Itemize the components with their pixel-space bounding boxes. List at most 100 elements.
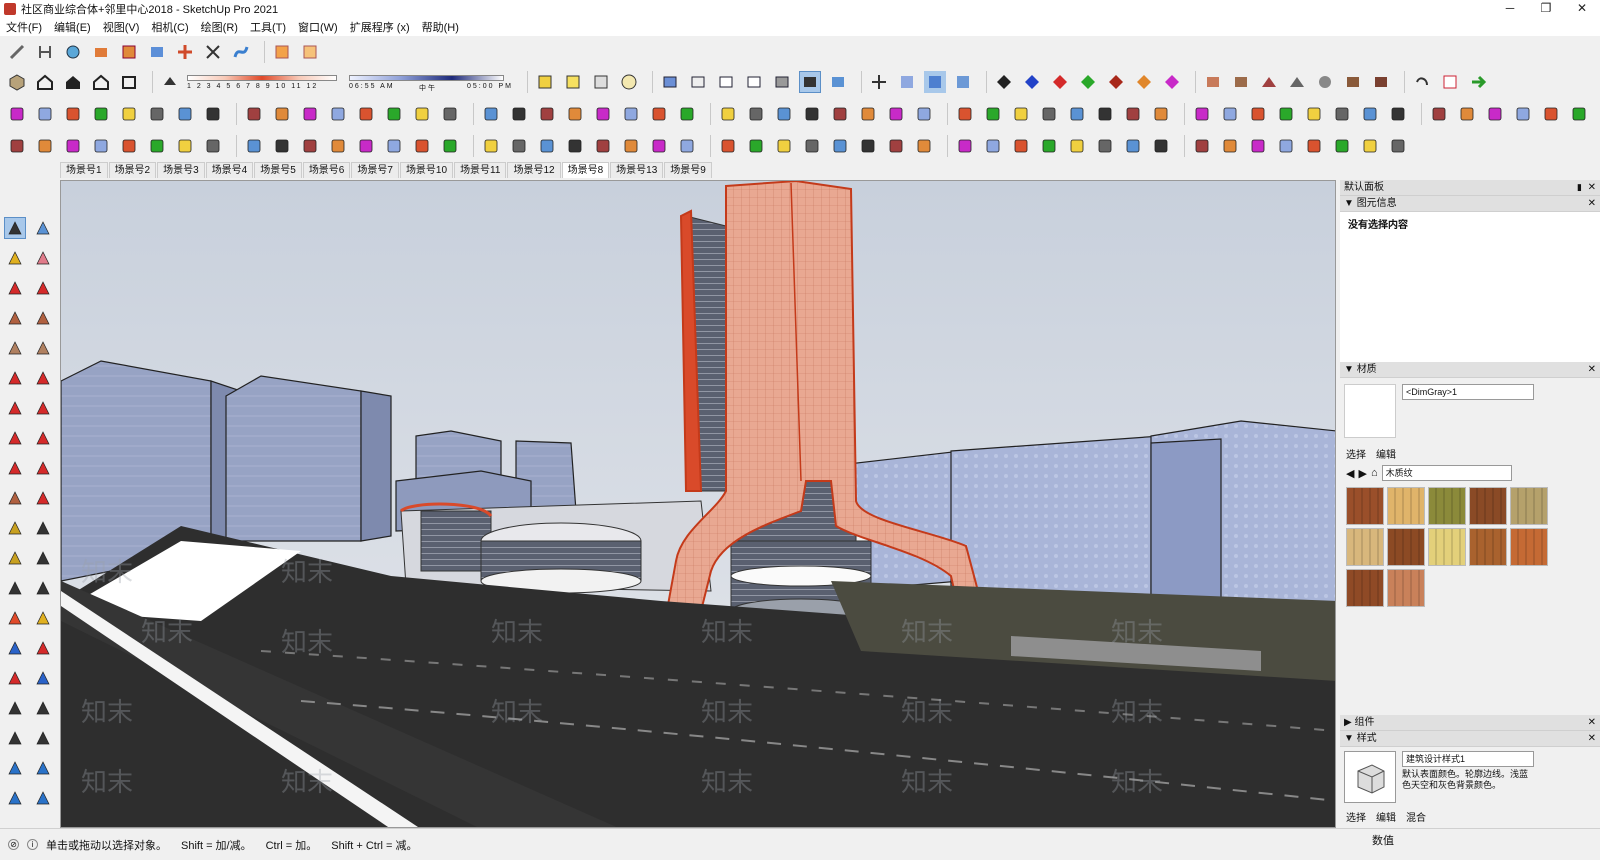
ext-row3-tool-22-icon[interactable]: [620, 103, 642, 125]
tape-measure-icon[interactable]: [4, 517, 26, 539]
ext-row3-tool-21-icon[interactable]: [592, 103, 614, 125]
menu-window[interactable]: 窗口(W): [298, 19, 338, 35]
ext-row3-tool-8-icon[interactable]: [202, 103, 224, 125]
geolocation-icon[interactable]: ⊘: [8, 839, 19, 850]
components-header[interactable]: ▶ 组件 ✕: [1340, 715, 1600, 731]
material-swatch[interactable]: [1346, 528, 1384, 566]
sandbox-smoove-icon[interactable]: [4, 757, 26, 779]
material-swatch[interactable]: [1469, 487, 1507, 525]
position-camera-icon[interactable]: [4, 697, 26, 719]
sandbox-stamp-icon[interactable]: [32, 757, 54, 779]
material-swatch[interactable]: [1387, 569, 1425, 607]
text-icon[interactable]: [32, 547, 54, 569]
arc-icon[interactable]: [4, 367, 26, 389]
ext-row3-tool-10-icon[interactable]: [271, 103, 293, 125]
ext-row4-tool-48-icon[interactable]: [1387, 135, 1409, 157]
paint-bucket-icon[interactable]: [4, 247, 26, 269]
style-thumbnail[interactable]: [1344, 751, 1396, 803]
ext-row4-tool-20-icon[interactable]: [564, 135, 586, 157]
time-slider[interactable]: 06:55 AM 中午 05:00 PM: [349, 71, 511, 93]
line-icon[interactable]: [4, 277, 26, 299]
ext-row3-tool-30-icon[interactable]: [857, 103, 879, 125]
ext-row3-tool-44-icon[interactable]: [1275, 103, 1297, 125]
group-icon[interactable]: [146, 41, 168, 63]
follow-me-icon[interactable]: [230, 41, 252, 63]
eraser-icon[interactable]: [32, 247, 54, 269]
back-edges-icon[interactable]: [562, 71, 584, 93]
ext-row4-tool-15-icon[interactable]: [411, 135, 433, 157]
iso-view-icon[interactable]: [6, 71, 28, 93]
ext-row4-tool-14-icon[interactable]: [383, 135, 405, 157]
ext-row4-tool-12-icon[interactable]: [327, 135, 349, 157]
scene-tab[interactable]: 场景号13: [610, 162, 664, 178]
ext-row3-tool-35-icon[interactable]: [1010, 103, 1032, 125]
menu-camera[interactable]: 相机(C): [151, 19, 188, 35]
orbit-icon[interactable]: [4, 607, 26, 629]
pencil-icon[interactable]: [6, 41, 28, 63]
ext-row3-tool-25-icon[interactable]: [717, 103, 739, 125]
ext-row3-tool-32-icon[interactable]: [913, 103, 935, 125]
ext-row3-tool-38-icon[interactable]: [1094, 103, 1116, 125]
scene-tab[interactable]: 场景号4: [205, 162, 254, 178]
section-plane-icon[interactable]: [32, 727, 54, 749]
ext-row3-tool-12-icon[interactable]: [327, 103, 349, 125]
tab-select[interactable]: 选择: [1346, 809, 1366, 824]
axis-tool-blue-icon[interactable]: [1021, 71, 1043, 93]
ext-row4-tool-33-icon[interactable]: [954, 135, 976, 157]
scene-tab[interactable]: 场景号7: [351, 162, 399, 178]
3d-text-icon[interactable]: [32, 577, 54, 599]
ext-row4-tool-8-icon[interactable]: [202, 135, 224, 157]
ext-row3-tool-11-icon[interactable]: [299, 103, 321, 125]
move-icon[interactable]: [4, 427, 26, 449]
ext-row4-tool-30-icon[interactable]: [857, 135, 879, 157]
axes-icon[interactable]: [4, 577, 26, 599]
follow-me-icon[interactable]: [32, 457, 54, 479]
sandbox-c-icon[interactable]: [1258, 71, 1280, 93]
ext-row4-tool-44-icon[interactable]: [1275, 135, 1297, 157]
info-icon[interactable]: i: [27, 839, 38, 850]
help-query-icon[interactable]: [618, 71, 640, 93]
ext-row4-tool-9-icon[interactable]: [243, 135, 265, 157]
sandbox-e-icon[interactable]: [1314, 71, 1336, 93]
material-swatch[interactable]: [1387, 528, 1425, 566]
circle-icon[interactable]: [4, 337, 26, 359]
report-icon[interactable]: [1439, 71, 1461, 93]
ext-row3-tool-18-icon[interactable]: [508, 103, 530, 125]
arc-3pt-icon[interactable]: [32, 397, 54, 419]
ext-row4-tool-38-icon[interactable]: [1094, 135, 1116, 157]
ext-row3-tool-19-icon[interactable]: [536, 103, 558, 125]
scene-tab[interactable]: 场景号6: [302, 162, 351, 178]
styles-close-icon[interactable]: ✕: [1588, 731, 1596, 746]
maximize-button[interactable]: ❐: [1528, 0, 1564, 18]
tab-edit[interactable]: 编辑: [1376, 809, 1396, 824]
scene-tab[interactable]: 场景号1: [60, 162, 108, 178]
ext-row4-tool-35-icon[interactable]: [1010, 135, 1032, 157]
section-plane-icon[interactable]: [271, 41, 293, 63]
axis-tool-orange-icon[interactable]: [1133, 71, 1155, 93]
rectangle-icon[interactable]: [4, 307, 26, 329]
ext-row4-tool-43-icon[interactable]: [1247, 135, 1269, 157]
freehand-icon[interactable]: [32, 277, 54, 299]
orbit-icon[interactable]: [868, 71, 890, 93]
monochrome-icon[interactable]: [743, 71, 765, 93]
ext-row4-tool-45-icon[interactable]: [1303, 135, 1325, 157]
ext-row4-tool-10-icon[interactable]: [271, 135, 293, 157]
close-button[interactable]: ✕: [1564, 0, 1600, 18]
layer-stack-icon[interactable]: [799, 71, 821, 93]
layer-a-icon[interactable]: [4, 787, 26, 809]
select-icon[interactable]: [4, 217, 26, 239]
material-swatch[interactable]: [1469, 528, 1507, 566]
axis-tool-black-icon[interactable]: [993, 71, 1015, 93]
ext-row4-tool-3-icon[interactable]: [62, 135, 84, 157]
top-view-icon[interactable]: [34, 71, 56, 93]
ext-row3-tool-26-icon[interactable]: [745, 103, 767, 125]
menu-draw[interactable]: 绘图(R): [201, 19, 238, 35]
undo-icon[interactable]: [1411, 71, 1433, 93]
material-swatch[interactable]: [1387, 487, 1425, 525]
ext-row3-tool-28-icon[interactable]: [801, 103, 823, 125]
tray-close-icon[interactable]: ✕: [1588, 180, 1596, 195]
right-view-icon[interactable]: [90, 71, 112, 93]
components-close-icon[interactable]: ✕: [1588, 715, 1596, 730]
sandbox-f-icon[interactable]: [1342, 71, 1364, 93]
ext-row3-tool-37-icon[interactable]: [1066, 103, 1088, 125]
